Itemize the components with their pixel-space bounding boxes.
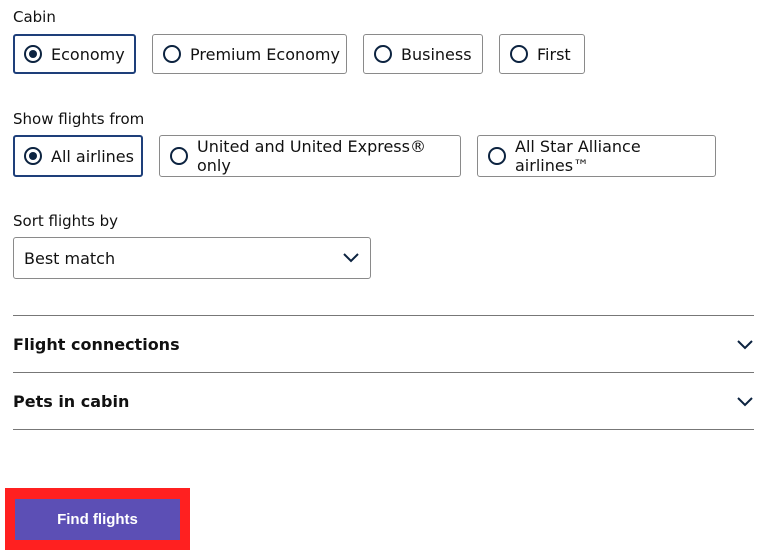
cabin-option-premium-economy[interactable]: Premium Economy: [152, 34, 347, 74]
option-label: All airlines: [51, 146, 134, 166]
radio-selected-icon: [24, 45, 42, 63]
airlines-option-all[interactable]: All airlines: [13, 135, 143, 177]
radio-unselected-icon: [374, 45, 392, 63]
radio-unselected-icon: [488, 147, 506, 165]
chevron-down-icon: [343, 253, 359, 263]
option-label: First: [537, 44, 571, 64]
accordion-pets-in-cabin[interactable]: Pets in cabin: [13, 373, 754, 429]
sort-select[interactable]: Best match: [13, 237, 371, 279]
airlines-option-united[interactable]: United and United Express® only: [159, 135, 461, 177]
accordion-label: Flight connections: [13, 334, 180, 354]
chevron-down-icon: [737, 340, 753, 350]
radio-unselected-icon: [163, 45, 181, 63]
cabin-option-business[interactable]: Business: [363, 34, 483, 74]
airlines-option-star-alliance[interactable]: All Star Alliance airlines™: [477, 135, 716, 177]
cabin-label: Cabin: [13, 8, 56, 26]
airlines-label: Show flights from: [13, 110, 145, 128]
option-label: Business: [401, 44, 472, 64]
radio-unselected-icon: [510, 45, 528, 63]
accordion-label: Pets in cabin: [13, 391, 130, 411]
divider: [13, 429, 754, 430]
cabin-option-first[interactable]: First: [499, 34, 585, 74]
option-label: Economy: [51, 44, 125, 64]
radio-selected-icon: [24, 147, 42, 165]
option-label: United and United Express® only: [197, 137, 426, 175]
chevron-down-icon: [737, 397, 753, 407]
sort-label: Sort flights by: [13, 212, 119, 230]
option-label: Premium Economy: [190, 44, 340, 64]
cabin-option-economy[interactable]: Economy: [13, 34, 136, 74]
radio-unselected-icon: [170, 147, 188, 165]
accordion-flight-connections[interactable]: Flight connections: [13, 316, 754, 372]
option-label: All Star Alliance airlines™: [515, 137, 641, 175]
find-flights-button[interactable]: Find flights: [15, 499, 180, 540]
sort-value: Best match: [24, 248, 116, 268]
